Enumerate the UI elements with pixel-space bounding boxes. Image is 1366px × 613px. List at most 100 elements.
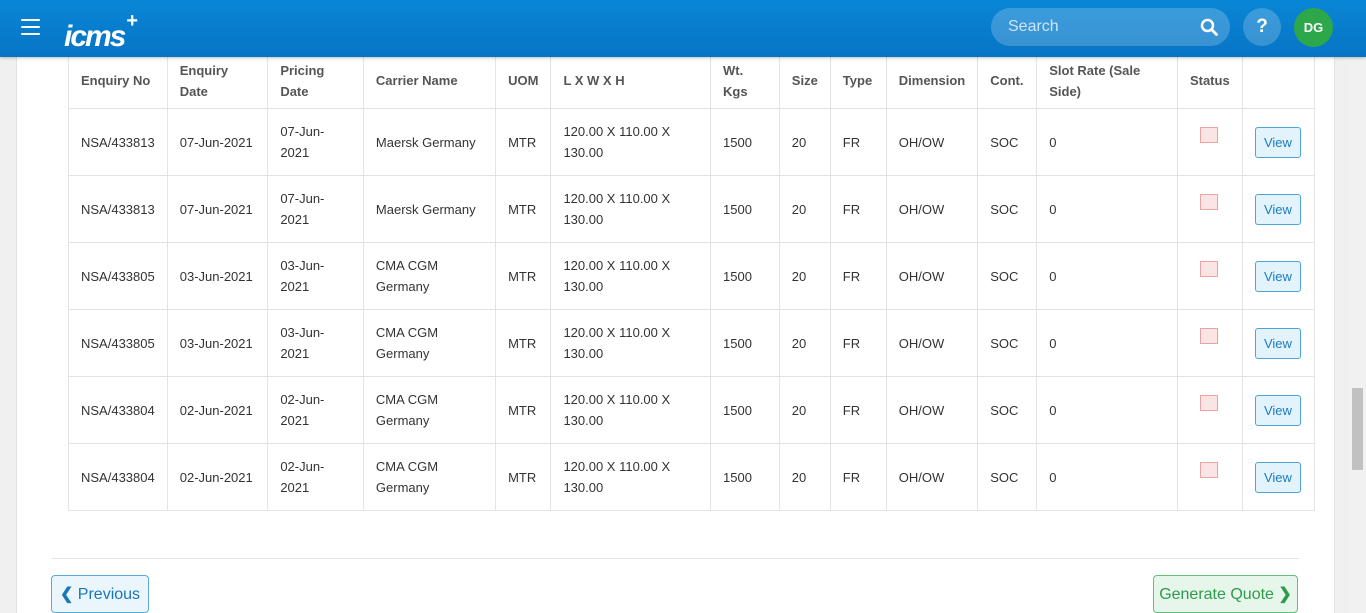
cell-status (1176, 242, 1243, 310)
scrollbar-thumb[interactable] (1352, 388, 1363, 470)
cell-pricing-date: 07-Jun-2021 (267, 175, 364, 243)
cell-action: View (1241, 376, 1316, 444)
chevron-right-icon: ❯ (1278, 586, 1292, 603)
cell-slot-rate: 0 (1036, 242, 1178, 310)
cell-carrier: Maersk Germany (362, 108, 497, 176)
view-button[interactable]: View (1254, 193, 1301, 225)
cell-pricing-date: 02-Jun-2021 (267, 376, 364, 444)
cell-enquiry-no: NSA/433805 (68, 242, 168, 310)
view-button[interactable]: View (1254, 394, 1301, 426)
view-button[interactable]: View (1254, 327, 1301, 359)
cell-enquiry-date: 07-Jun-2021 (166, 175, 269, 243)
cell-dims: 120.00 X 110.00 X 130.00 (550, 309, 712, 377)
cell-uom: MTR (495, 242, 552, 310)
footer-divider (52, 558, 1299, 559)
cell-uom: MTR (495, 108, 552, 176)
cell-action: View (1241, 108, 1316, 176)
cell-pricing-date: 03-Jun-2021 (267, 242, 364, 310)
cell-dimension: OH/OW (885, 309, 979, 377)
cell-wt: 1500 (710, 443, 780, 511)
cell-carrier: CMA CGM Germany (362, 376, 497, 444)
table-row: NSA/433813 07-Jun-2021 07-Jun-2021 Maersk G… (68, 108, 1316, 176)
cell-enquiry-no: NSA/433805 (68, 309, 168, 377)
cell-enquiry-no: NSA/433804 (68, 376, 168, 444)
cell-size: 20 (778, 309, 831, 377)
app-logo[interactable]: icms + (64, 10, 138, 56)
cell-size: 20 (778, 175, 831, 243)
search-icon[interactable] (1200, 18, 1218, 36)
cell-action: View (1241, 175, 1316, 243)
cell-type: FR (829, 242, 887, 310)
cell-type: FR (829, 309, 887, 377)
cell-size: 20 (778, 443, 831, 511)
cell-enquiry-no: NSA/433813 (68, 175, 168, 243)
cell-enquiry-date: 02-Jun-2021 (166, 376, 269, 444)
main-card: Enquiry No Enquiry Date Pricing Date Carrie… (16, 0, 1335, 613)
cell-wt: 1500 (710, 309, 780, 377)
cell-cont: SOC (977, 376, 1038, 444)
cell-size: 20 (778, 376, 831, 444)
cell-enquiry-no: NSA/433813 (68, 108, 168, 176)
status-indicator (1199, 395, 1218, 411)
cell-dims: 120.00 X 110.00 X 130.00 (550, 175, 712, 243)
table-row: NSA/433813 07-Jun-2021 07-Jun-2021 Maersk G… (68, 175, 1316, 243)
cell-status (1176, 376, 1243, 444)
table-body: NSA/433813 07-Jun-2021 07-Jun-2021 Maersk G… (68, 108, 1316, 511)
user-avatar[interactable]: DG (1294, 8, 1333, 47)
cell-dimension: OH/OW (885, 175, 979, 243)
cell-dimension: OH/OW (885, 242, 979, 310)
cell-type: FR (829, 376, 887, 444)
cell-dimension: OH/OW (885, 376, 979, 444)
cell-dimension: OH/OW (885, 108, 979, 176)
scrollbar-track[interactable] (1349, 57, 1366, 613)
top-navbar: icms+ ? DG (0, 0, 1366, 57)
cell-enquiry-date: 02-Jun-2021 (166, 443, 269, 511)
cell-status (1176, 443, 1243, 511)
cell-carrier: CMA CGM Germany (362, 309, 497, 377)
cell-dims: 120.00 X 110.00 X 130.00 (550, 242, 712, 310)
cell-type: FR (829, 443, 887, 511)
status-indicator (1199, 462, 1218, 478)
cell-enquiry-date: 03-Jun-2021 (166, 309, 269, 377)
cell-slot-rate: 0 (1036, 175, 1178, 243)
previous-label: Previous (77, 586, 141, 603)
previous-button[interactable]: ❮ Previous (51, 575, 149, 613)
help-button[interactable]: ? (1243, 8, 1281, 46)
cell-carrier: Maersk Germany (362, 175, 497, 243)
view-button[interactable]: View (1254, 126, 1301, 158)
cell-size: 20 (778, 242, 831, 310)
cell-type: FR (829, 108, 887, 176)
cell-uom: MTR (495, 376, 552, 444)
menu-icon[interactable] (21, 19, 40, 35)
cell-slot-rate: 0 (1036, 443, 1178, 511)
enquiry-table: Enquiry No Enquiry Date Pricing Date Carrie… (68, 44, 1316, 511)
generate-quote-label: Generate Quote (1159, 586, 1274, 603)
cell-type: FR (829, 175, 887, 243)
view-button[interactable]: View (1254, 461, 1301, 493)
generate-quote-button[interactable]: Generate Quote ❯ (1153, 575, 1298, 613)
status-indicator (1199, 328, 1218, 344)
search-input[interactable] (991, 8, 1191, 46)
cell-wt: 1500 (710, 376, 780, 444)
view-button[interactable]: View (1254, 260, 1301, 292)
cell-carrier: CMA CGM Germany (362, 242, 497, 310)
cell-action: View (1241, 309, 1316, 377)
cell-pricing-date: 07-Jun-2021 (267, 108, 364, 176)
cell-pricing-date: 02-Jun-2021 (267, 443, 364, 511)
cell-dims: 120.00 X 110.00 X 130.00 (550, 376, 712, 444)
cell-cont: SOC (977, 309, 1038, 377)
table-row: NSA/433805 03-Jun-2021 03-Jun-2021 CMA CGM … (68, 242, 1316, 310)
cell-size: 20 (778, 108, 831, 176)
cell-uom: MTR (495, 443, 552, 511)
cell-cont: SOC (977, 242, 1038, 310)
status-indicator (1199, 127, 1218, 143)
cell-cont: SOC (977, 108, 1038, 176)
chevron-left-icon: ❮ (59, 586, 74, 603)
table-row: NSA/433804 02-Jun-2021 02-Jun-2021 CMA CGM … (68, 443, 1316, 511)
cell-wt: 1500 (710, 175, 780, 243)
cell-status (1176, 175, 1243, 243)
cell-status (1176, 108, 1243, 176)
table-row: NSA/433805 03-Jun-2021 03-Jun-2021 CMA CGM … (68, 309, 1316, 377)
cell-action: View (1241, 242, 1316, 310)
cell-enquiry-no: NSA/433804 (68, 443, 168, 511)
